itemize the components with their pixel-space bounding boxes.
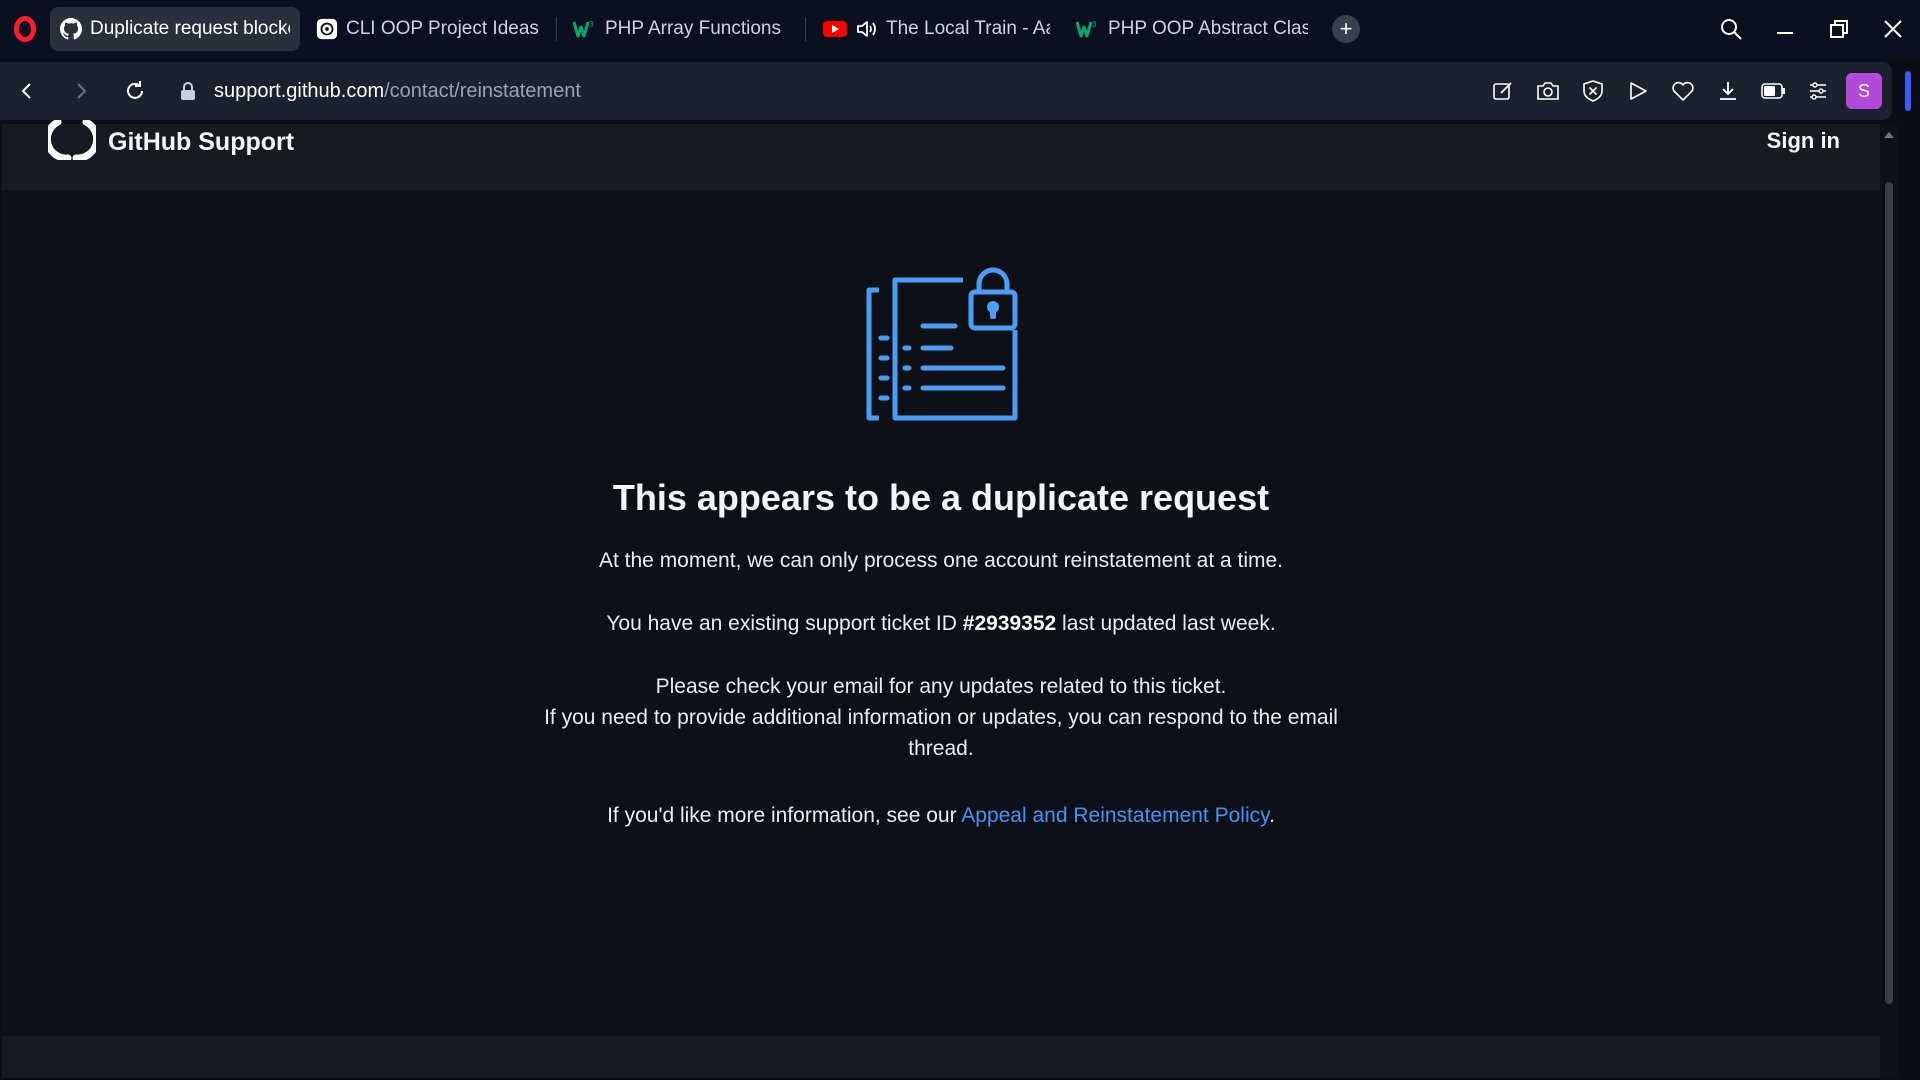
battery-saver-icon[interactable] <box>1750 62 1795 120</box>
tab-label: PHP Array Functions <box>605 18 782 39</box>
speaker-icon[interactable] <box>856 19 878 39</box>
github-logo-icon <box>43 118 101 165</box>
appeal-policy-link[interactable]: Appeal and Reinstatement Policy <box>961 804 1269 827</box>
github-icon <box>60 18 82 40</box>
brand-home-link[interactable]: GitHub Support <box>43 118 295 162</box>
web-page: GitHub Support Sign in This appears to b… <box>2 118 1898 1078</box>
search-tabs-icon[interactable] <box>1704 0 1758 58</box>
youtube-icon <box>822 19 848 39</box>
respond-email-notice: If you need to provide additional inform… <box>544 706 1338 760</box>
snapshot-icon[interactable] <box>1525 62 1570 120</box>
reload-icon[interactable] <box>108 62 162 120</box>
scrollbar-thumb[interactable] <box>1885 182 1893 1004</box>
svg-text:3: 3 <box>1092 20 1097 29</box>
browser-toolbar: S <box>1480 62 1882 120</box>
page-title: This appears to be a duplicate request <box>612 477 1270 518</box>
minimize-icon[interactable] <box>1758 0 1812 58</box>
site-footer <box>2 1036 1880 1078</box>
brand-name: GitHub Support <box>108 127 295 156</box>
restore-icon[interactable] <box>1812 0 1866 58</box>
svg-text:3: 3 <box>589 20 594 29</box>
reinstatement-notice: At the moment, we can only process one a… <box>598 549 1284 572</box>
locked-document-icon <box>2 266 1880 433</box>
ticket-id: #2939352 <box>962 612 1057 635</box>
sign-in-link[interactable]: Sign in <box>1767 128 1840 154</box>
main-content: This appears to be a duplicate request A… <box>2 190 1880 831</box>
new-tab-button[interactable]: + <box>1332 15 1360 43</box>
tab-label: The Local Train - Aaog <box>886 18 1050 39</box>
url-path: /contact/reinstatement <box>384 79 581 102</box>
tab-separator <box>556 17 557 41</box>
policy-notice: If you'd like more information, see our … <box>2 800 1880 831</box>
profile-avatar[interactable]: S <box>1846 73 1882 109</box>
tab-duplicate-request[interactable]: Duplicate request blocked <box>50 7 300 51</box>
back-icon[interactable] <box>0 62 54 120</box>
ticket-notice-suffix: last updated last week. <box>1056 612 1276 635</box>
tab-local-train[interactable]: The Local Train - Aaog <box>812 7 1060 51</box>
sidebar-accent[interactable] <box>1896 62 1920 120</box>
browser-tab-bar: Duplicate request blocked CLI OOP Projec… <box>0 0 1920 58</box>
tab-php-oop-abstract[interactable]: 3 PHP OOP Abstract Classes <box>1066 7 1318 51</box>
close-icon[interactable] <box>1866 0 1920 58</box>
site-header: GitHub Support Sign in <box>2 118 1898 190</box>
easy-setup-icon[interactable] <box>1795 62 1840 120</box>
w3schools-icon: 3 <box>1076 19 1100 39</box>
url-field[interactable]: support.github.com/contact/reinstatement <box>180 80 581 103</box>
email-check-notice: Please check your email for any updates … <box>655 675 1227 698</box>
address-bar: support.github.com/contact/reinstatement… <box>0 62 1892 120</box>
opera-menu-icon[interactable] <box>0 0 50 58</box>
tab-php-array[interactable]: 3 PHP Array Functions <box>563 7 799 51</box>
tab-label: Duplicate request blocked <box>90 18 290 39</box>
tab-label: CLI OOP Project Ideas <box>346 18 539 39</box>
w3schools-icon: 3 <box>573 19 597 39</box>
policy-notice-prefix: If you'd like more information, see our <box>607 804 962 827</box>
download-icon[interactable] <box>1705 62 1750 120</box>
tab-label: PHP OOP Abstract Classes <box>1108 18 1308 39</box>
ticket-notice: You have an existing support ticket ID #… <box>2 608 1880 639</box>
url-host: support.github.com <box>214 79 385 102</box>
favorites-heart-icon[interactable] <box>1660 62 1705 120</box>
window-controls <box>1704 0 1920 58</box>
page-scrollbar[interactable] <box>1880 124 1898 1078</box>
edit-page-icon[interactable] <box>1480 62 1525 120</box>
tab-separator <box>805 17 806 41</box>
forward-icon[interactable] <box>54 62 108 120</box>
flow-send-icon[interactable] <box>1615 62 1660 120</box>
lock-icon[interactable] <box>180 81 196 101</box>
policy-notice-suffix: . <box>1269 804 1275 827</box>
scroll-up-icon[interactable] <box>1884 132 1894 138</box>
tab-cli-oop[interactable]: CLI OOP Project Ideas <box>306 7 550 51</box>
ad-blocker-icon[interactable] <box>1570 62 1615 120</box>
openai-icon <box>316 18 338 40</box>
ticket-notice-prefix: You have an existing support ticket ID <box>606 612 963 635</box>
